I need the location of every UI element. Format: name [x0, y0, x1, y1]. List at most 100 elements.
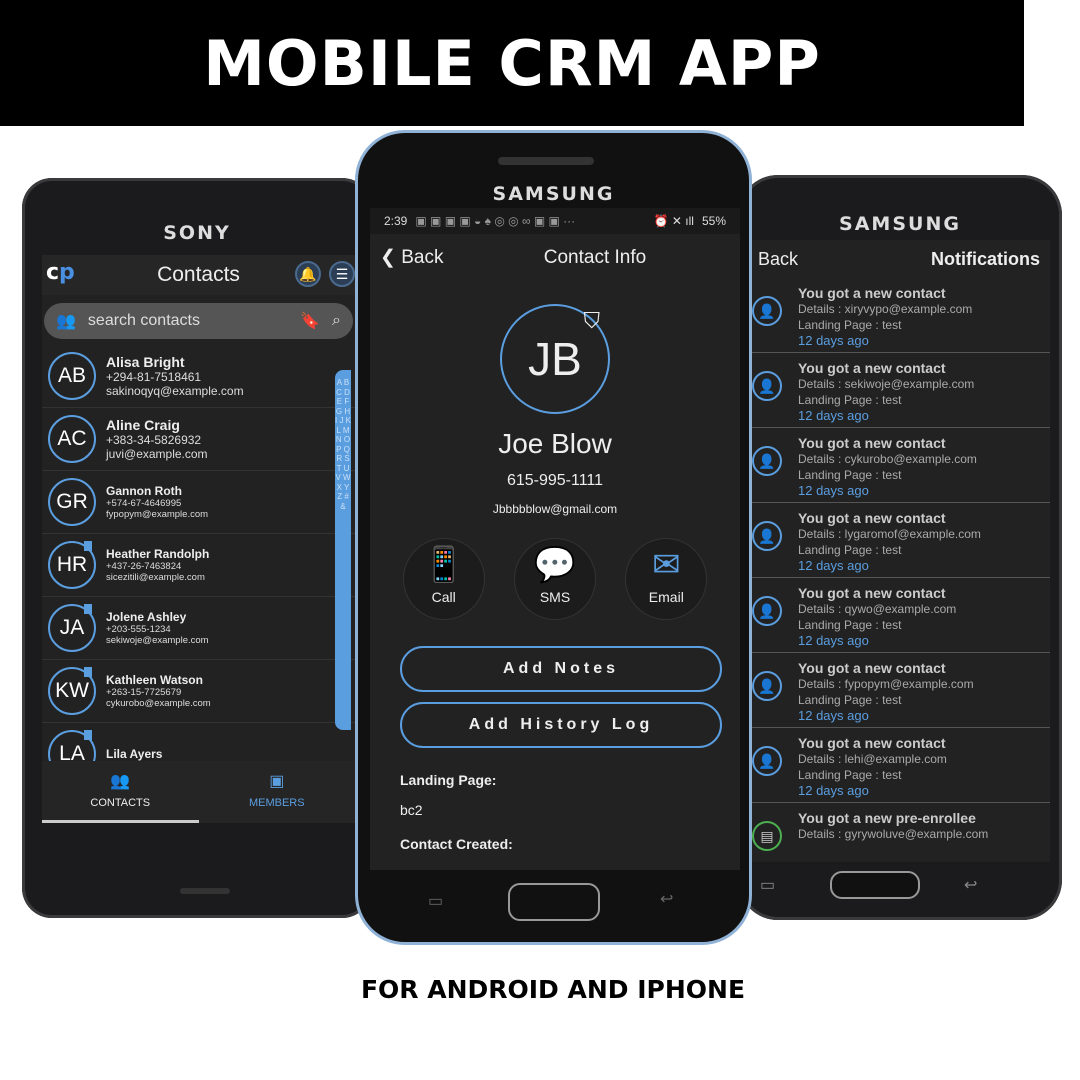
avatar-initials: KW	[55, 679, 89, 702]
id-card-icon: ▤	[752, 821, 782, 851]
contact-phone: +294-81-7518461	[106, 370, 202, 384]
contact-email[interactable]: Jbbbbblow@gmail.com	[370, 502, 740, 516]
notification-title: You got a new contact	[798, 735, 946, 751]
notification-landing: Landing Page : test	[798, 543, 902, 557]
contact-name: Lila Ayers	[106, 747, 163, 761]
contact-row[interactable]: AC Aline Craig +383-34-5826932 juvi@exampl…	[42, 408, 355, 471]
recent-apps-icon[interactable]: ▭	[760, 875, 775, 895]
notification-age: 12 days ago	[798, 558, 869, 573]
phone-brand: SAMSUNG	[492, 183, 615, 205]
notification-item[interactable]: 👤 You got a new contact Details : lehi@e…	[752, 728, 1050, 803]
avatar-initials: GR	[56, 490, 88, 513]
tab-members[interactable]: ▣ MEMBERS	[199, 761, 356, 823]
landing-page-value: bc2	[400, 802, 423, 818]
add-history-log-button[interactable]: Add History Log	[400, 702, 722, 748]
tab-contacts[interactable]: 👥 CONTACTS	[42, 761, 199, 823]
alphabet-index-scrollbar[interactable]: A B C D E F G H I J K L M N O P Q R S T …	[335, 370, 351, 730]
add-person-icon: 👤	[752, 446, 782, 476]
search-icon[interactable]: ⌕	[332, 312, 341, 330]
banner-title: MOBILE CRM APP	[203, 26, 821, 100]
notification-item[interactable]: ▤ You got a new pre-enrollee Details : g…	[752, 803, 1050, 862]
add-person-icon: 👤	[752, 671, 782, 701]
back-button[interactable]: ❮ Back	[380, 246, 443, 269]
notification-age: 12 days ago	[798, 633, 869, 648]
notification-item[interactable]: 👤 You got a new contact Details : xiryvy…	[752, 278, 1050, 353]
notification-item[interactable]: 👤 You got a new contact Details : qywo@e…	[752, 578, 1050, 653]
contact-email: sicezitili@example.com	[106, 572, 205, 583]
notification-item[interactable]: 👤 You got a new contact Details : cykuro…	[752, 428, 1050, 503]
back-button[interactable]: Back	[758, 249, 798, 270]
bottom-nav: 👥 CONTACTS ▣ MEMBERS	[42, 761, 355, 823]
page-title: Contacts	[157, 263, 240, 286]
search-input[interactable]: 👥 search contacts 🔖 ⌕	[44, 303, 353, 339]
contact-name: Heather Randolph	[106, 547, 210, 561]
add-person-icon: 👤	[752, 296, 782, 326]
notification-item[interactable]: 👤 You got a new contact Details : fypopy…	[752, 653, 1050, 728]
contact-row[interactable]: AB Alisa Bright +294-81-7518461 sakinoqyq@…	[42, 345, 355, 408]
contact-info: Alisa Bright +294-81-7518461 sakinoqyq@exa…	[106, 354, 244, 398]
notifications-bell-icon[interactable]: 🔔	[295, 261, 321, 287]
notification-details: Details : qywo@example.com	[798, 602, 957, 616]
notification-details: Details : gyrywoluve@example.com	[798, 827, 989, 841]
back-arrow-icon[interactable]: ↩	[660, 889, 673, 909]
contact-email: sekiwoje@example.com	[106, 635, 209, 646]
clock: 2:39	[384, 214, 408, 228]
speaker	[498, 157, 594, 165]
contacts-screen: cp Contacts 🔔 ☰ 👥 search contacts 🔖 ⌕ AB…	[42, 255, 355, 823]
chat-bubbles-icon: 💬	[533, 546, 577, 584]
contact-name: Kathleen Watson	[106, 673, 203, 687]
notification-item[interactable]: 👤 You got a new contact Details : sekiwo…	[752, 353, 1050, 428]
notification-details: Details : xiryvypo@example.com	[798, 302, 973, 316]
chevron-left-icon: ❮	[380, 247, 402, 268]
notification-landing: Landing Page : test	[798, 318, 902, 332]
notification-title: You got a new contact	[798, 585, 946, 601]
contact-email: juvi@example.com	[106, 447, 208, 461]
contact-row[interactable]: JA Jolene Ashley +203-555-1234 sekiwoje@ex…	[42, 597, 355, 660]
notification-details: Details : lygaromof@example.com	[798, 527, 981, 541]
tab-label: CONTACTS	[90, 797, 151, 809]
notification-age: 12 days ago	[798, 333, 869, 348]
contact-header: ❮ Back Contact Info	[370, 234, 740, 282]
menu-icon[interactable]: ☰	[329, 261, 355, 287]
bookmark-icon[interactable]: 🔖	[300, 311, 320, 331]
battery-level: 55%	[701, 214, 726, 228]
add-person-icon: 👤	[752, 521, 782, 551]
notifications-screen: Back Notifications 👤 You got a new conta…	[752, 240, 1050, 862]
back-label: Back	[401, 247, 444, 268]
signal-icon: ⏰ ✕ ıll	[653, 214, 694, 228]
notification-landing: Landing Page : test	[798, 468, 902, 482]
call-label: Call	[431, 589, 456, 605]
sms-button[interactable]: 💬 SMS	[513, 538, 596, 620]
avatar: KW	[48, 667, 96, 715]
notification-title: You got a new contact	[798, 660, 946, 676]
email-button[interactable]: ✉ Email	[625, 538, 708, 620]
contact-row[interactable]: KW Kathleen Watson +263-15-7725679 cykurob…	[42, 660, 355, 723]
avatar: GR	[48, 478, 96, 526]
notification-title: You got a new contact	[798, 510, 946, 526]
phone-brand: SAMSUNG	[839, 213, 961, 235]
contact-email: fypopym@example.com	[106, 509, 209, 520]
contact-name: Joe Blow	[498, 428, 612, 459]
call-button[interactable]: 📱 Call	[402, 538, 485, 620]
bookmark-flag-icon	[84, 541, 92, 551]
notification-list: 👤 You got a new contact Details : xiryvy…	[752, 278, 1050, 862]
home-button[interactable]	[830, 871, 920, 899]
search-placeholder: search contacts	[87, 312, 200, 329]
contacts-icon: 👥	[110, 773, 131, 790]
notifications-header: Back Notifications	[752, 240, 1050, 278]
recent-apps-icon[interactable]: ▭	[428, 891, 443, 911]
people-icon: 👥	[56, 313, 76, 330]
contact-row[interactable]: GR Gannon Roth +574-67-4646995 fypopym@exa…	[42, 471, 355, 534]
contact-email: cykurobo@example.com	[106, 698, 211, 709]
home-button[interactable]	[508, 883, 600, 921]
contact-name: Alisa Bright	[106, 354, 185, 370]
notification-details: Details : fypopym@example.com	[798, 677, 974, 691]
bookmark-icon[interactable]: ⛉	[583, 308, 600, 334]
contact-phone[interactable]: 615-995-1111	[370, 472, 740, 490]
contact-row[interactable]: HR Heather Randolph +437-26-7463824 sicezi…	[42, 534, 355, 597]
avatar: AC	[48, 415, 96, 463]
add-notes-button[interactable]: Add Notes	[400, 646, 722, 692]
notification-item[interactable]: 👤 You got a new contact Details : lygaro…	[752, 503, 1050, 578]
back-arrow-icon[interactable]: ↩	[964, 875, 977, 895]
notification-age: 12 days ago	[798, 483, 869, 498]
